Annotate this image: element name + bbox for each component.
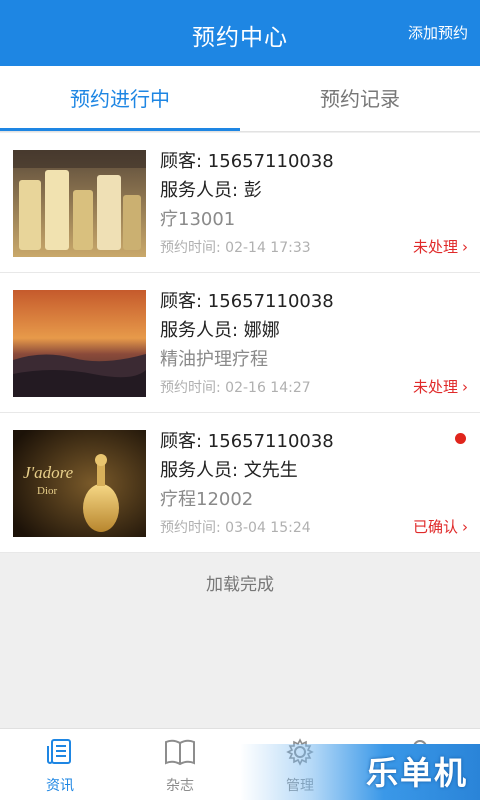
perfume-bottle-photo: J'adore Dior <box>13 430 146 537</box>
chevron-right-icon: › <box>462 378 468 396</box>
add-appointment-button[interactable]: 添加预约 <box>408 22 468 43</box>
news-icon <box>47 739 71 764</box>
appointment-card[interactable]: 顾客: 15657110038 服务人员: 娜娜 精油护理疗程 预约时间: 02… <box>0 273 480 413</box>
status-text: 未处理 <box>412 238 458 256</box>
chevron-right-icon: › <box>462 518 468 536</box>
svg-text:Dior: Dior <box>37 485 58 497</box>
nav-magazine[interactable]: 杂志 <box>120 737 240 795</box>
sunset-landscape-photo <box>13 290 146 397</box>
tab-records[interactable]: 预约记录 <box>240 66 480 132</box>
skincare-bottles-photo <box>13 150 146 257</box>
staff-label: 服务人员: 彭 <box>160 180 262 201</box>
tab-in-progress[interactable]: 预约进行中 <box>0 66 240 132</box>
appointment-card[interactable]: J'adore Dior 顾客: 15657110038 服务人员: 文先生 疗… <box>0 413 480 553</box>
staff-label: 服务人员: 娜娜 <box>160 320 280 341</box>
appointment-list: 顾客: 15657110038 服务人员: 彭 疗13001 预约时间: 02-… <box>0 133 480 553</box>
appointment-time: 预约时间: 02-14 17:33 <box>160 240 311 256</box>
nav-news-label: 资讯 <box>46 778 74 794</box>
appointment-time: 预约时间: 02-16 14:27 <box>160 380 311 396</box>
status-text: 未处理 <box>412 378 458 396</box>
load-complete-text: 加载完成 <box>206 575 274 595</box>
watermark-logo: 乐单机 <box>365 754 468 792</box>
customer-label: 顾客: 15657110038 <box>160 431 334 452</box>
customer-label: 顾客: 15657110038 <box>160 151 334 172</box>
staff-label: 服务人员: 文先生 <box>160 460 298 481</box>
appointment-card[interactable]: 顾客: 15657110038 服务人员: 彭 疗13001 预约时间: 02-… <box>0 133 480 273</box>
nav-news[interactable]: 资讯 <box>0 737 120 795</box>
status-text: 已确认 <box>412 518 458 536</box>
service-label: 疗程12002 <box>160 489 254 510</box>
status-link[interactable]: 未处理 › <box>413 376 468 397</box>
book-icon <box>165 739 195 766</box>
service-label: 精油护理疗程 <box>160 349 268 370</box>
appointment-time: 预约时间: 03-04 15:24 <box>160 520 311 536</box>
chevron-right-icon: › <box>462 238 468 256</box>
title-bar: 预约中心 添加预约 <box>0 0 480 66</box>
unread-dot <box>455 433 466 444</box>
status-link[interactable]: 已确认 › <box>413 516 468 537</box>
nav-magazine-label: 杂志 <box>166 778 194 794</box>
active-tab-indicator <box>0 128 240 131</box>
tab-bar: 预约进行中 预约记录 <box>0 66 480 132</box>
customer-label: 顾客: 15657110038 <box>160 291 334 312</box>
svg-text:J'adore: J'adore <box>23 463 74 482</box>
status-link[interactable]: 未处理 › <box>413 236 468 257</box>
service-label: 疗13001 <box>160 209 236 230</box>
